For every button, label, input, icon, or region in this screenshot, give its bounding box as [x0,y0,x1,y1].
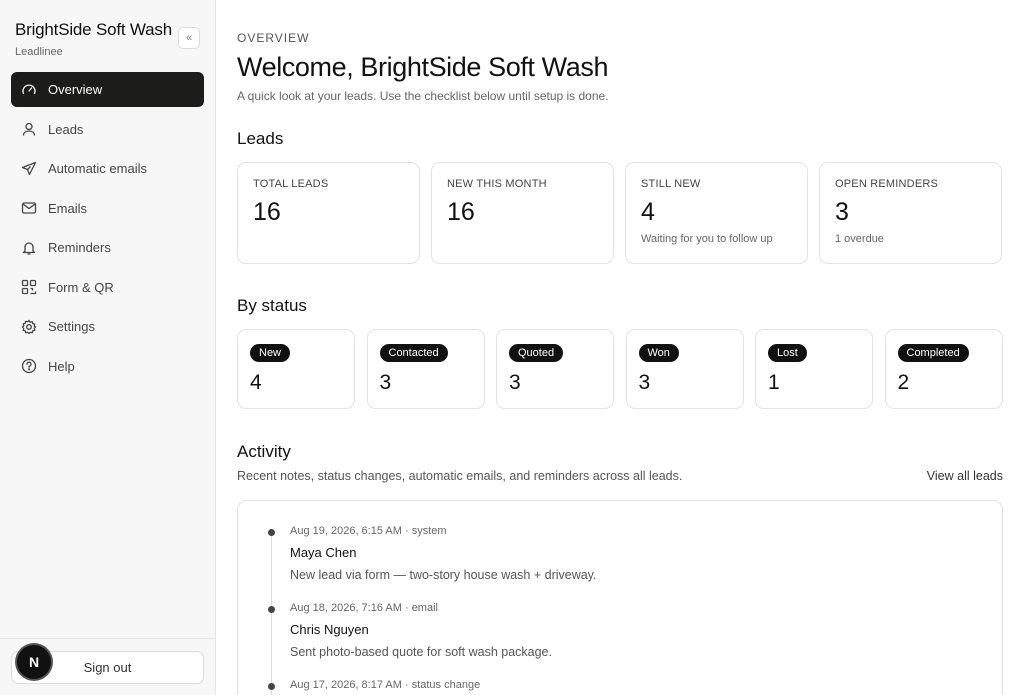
sidebar-item-label: Settings [48,319,95,334]
sidebar-item-overview[interactable]: Overview [11,72,204,107]
status-card-lost[interactable]: Lost 1 [755,329,873,409]
status-count: 3 [379,371,392,394]
status-badge: Quoted [509,344,564,362]
status-badge: Completed [897,344,969,362]
stat-label: TOTAL LEADS [253,178,329,190]
collapse-sidebar-button[interactable]: « [178,27,200,49]
brand: BrightSide Soft Wash Leadlinee [15,20,172,58]
sidebar-item-label: Leads [48,121,84,137]
sidebar-item-label: Form & QR [48,279,114,295]
activity-heading: Activity [237,442,291,461]
sidebar-nav: Overview Leads Automatic emails Emails R… [11,72,204,388]
status-card-won[interactable]: Won 3 [625,329,744,409]
stat-value: 4 [641,198,655,226]
brand-subtitle: Leadlinee [15,46,63,58]
brand-name: BrightSide Soft Wash [15,20,172,39]
page-title: Welcome, BrightSide Soft Wash [237,52,609,82]
avatar[interactable]: N [17,645,51,679]
stat-card-new-this-month: NEW THIS MONTH 16 [431,162,614,264]
sidebar-item-reminders[interactable]: Reminders [11,230,204,265]
stat-note: 1 overdue [835,233,884,245]
activity-subtitle: Recent notes, status changes, automatic … [237,469,683,483]
status-count: 3 [509,371,521,394]
sidebar-item-label: Reminders [48,240,111,255]
stat-card-open-reminders: OPEN REMINDERS 3 1 overdue [819,162,1002,264]
stat-value: 16 [447,198,475,226]
status-card-quoted[interactable]: Quoted 3 [496,329,614,409]
sidebar-item-help[interactable]: Help [11,349,204,384]
status-badge: Lost [768,344,807,362]
status-badge: Won [638,344,679,362]
status-badge: New [250,344,291,362]
sidebar-item-leads[interactable]: Leads [11,112,204,147]
view-all-leads-link[interactable]: View all leads [927,469,1003,483]
sidebar-item-label: Overview [48,82,103,97]
status-card-new[interactable]: New 4 [237,329,355,409]
sidebar: BrightSide Soft Wash Leadlinee « Overvie… [0,0,216,695]
stat-value: 3 [835,198,849,226]
activity-meta: Aug 17, 2026, 8:17 AM · status change [290,679,481,691]
sidebar-item-label: Help [48,358,75,374]
send-icon [21,161,37,175]
status-count: 3 [638,371,651,394]
qr-code-icon [21,279,37,295]
stat-value: 16 [253,198,281,226]
sidebar-item-emails[interactable]: Emails [11,191,204,226]
stat-label: NEW THIS MONTH [447,178,547,190]
activity-meta: Aug 19, 2026, 6:15 AM · system [290,525,447,537]
status-count: 4 [250,371,262,394]
sidebar-item-automatic-emails[interactable]: Automatic emails [11,151,204,186]
sidebar-item-label: Automatic emails [48,161,147,176]
stat-label: OPEN REMINDERS [835,178,939,190]
activity-lead-name: Maya Chen [290,545,357,560]
sidebar-item-label: Emails [48,200,88,216]
gauge-icon [22,83,36,94]
stat-label: STILL NEW [641,178,701,190]
sidebar-item-form-qr[interactable]: Form & QR [11,270,204,305]
status-count: 1 [768,371,780,394]
leads-heading: Leads [237,129,284,148]
status-card-completed[interactable]: Completed 2 [884,329,1003,409]
status-badge: Contacted [379,344,448,362]
status-card-contacted[interactable]: Contacted 3 [366,329,485,409]
user-icon [22,122,36,136]
page-subtitle: A quick look at your leads. Use the chec… [237,89,609,103]
status-count: 2 [897,371,910,394]
gear-icon [21,319,37,334]
stat-card-total-leads: TOTAL LEADS 16 [237,162,420,264]
activity-lead-name: Chris Nguyen [290,622,369,637]
activity-meta: Aug 18, 2026, 7:16 AM · email [290,602,438,614]
activity-text: New lead via form — two-story house wash… [290,568,597,582]
page-eyebrow: OVERVIEW [237,31,310,45]
status-heading: By status [237,296,307,315]
timeline-dot [268,529,275,536]
bell-icon [22,241,36,255]
mail-icon [21,202,37,214]
stat-card-still-new: STILL NEW 4 Waiting for you to follow up [625,162,808,264]
sidebar-item-settings[interactable]: Settings [11,309,204,344]
timeline-dot [268,683,275,690]
activity-feed: Aug 19, 2026, 6:15 AM · system Maya Chen… [237,500,1003,695]
timeline-dot [268,606,275,613]
help-circle-icon [21,358,37,374]
activity-text: Sent photo-based quote for soft wash pac… [290,645,552,659]
stat-note: Waiting for you to follow up [641,233,773,245]
